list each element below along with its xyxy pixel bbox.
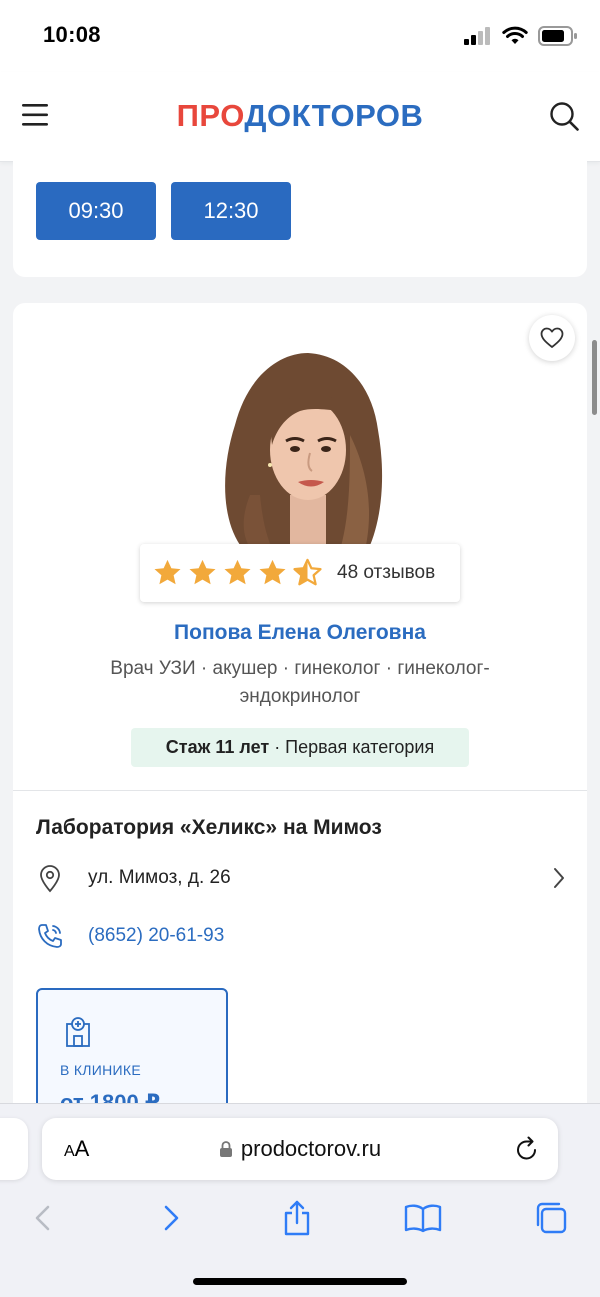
- cellular-signal-icon: [464, 27, 490, 45]
- visit-type-label: В КЛИНИКЕ: [60, 1062, 141, 1078]
- logo-part-doctorov: ДОКТОРОВ: [244, 98, 424, 133]
- clinic-icon: [66, 1017, 90, 1047]
- chevron-left-icon: [35, 1205, 50, 1231]
- chevron-right-icon: [554, 868, 564, 888]
- doctor-specialties: Врач УЗИ · акушер · гинеколог · гинеколо…: [110, 658, 490, 707]
- doctor-card: 48 отзывов Попова Елена Олеговна Врач УЗ…: [13, 303, 587, 1123]
- url-display: prodoctorov.ru: [42, 1136, 558, 1162]
- chevron-right-icon: [164, 1205, 179, 1231]
- url-text: prodoctorov.ru: [240, 1136, 382, 1161]
- star-icon: [224, 559, 251, 585]
- star-icon: [259, 559, 286, 585]
- wifi-icon: [502, 26, 528, 44]
- divider: [13, 790, 587, 791]
- clinic-phone-row[interactable]: (8652) 20-61-93: [36, 921, 336, 951]
- reload-icon[interactable]: [514, 1135, 540, 1163]
- tabs-button[interactable]: [529, 1196, 573, 1240]
- back-button[interactable]: [20, 1196, 64, 1240]
- address-bar[interactable]: AA prodoctorov.ru: [42, 1118, 558, 1180]
- site-logo[interactable]: ПРОДОКТОРОВ: [0, 98, 600, 134]
- doctor-name-link[interactable]: Попова Елена Олеговна: [13, 621, 587, 645]
- experience-category: · Первая категория: [269, 737, 435, 757]
- lock-icon: [219, 1141, 232, 1157]
- schedule-card: 09:30 12:30: [13, 150, 587, 277]
- time-slot-button[interactable]: 12:30: [171, 182, 291, 240]
- browser-toolbar: AA prodoctorov.ru: [0, 1103, 600, 1297]
- experience-badge: Стаж 11 лет · Первая категория: [131, 728, 469, 767]
- location-pin-icon: [40, 865, 60, 893]
- rating-stars: [152, 558, 323, 588]
- tabs-icon: [536, 1202, 567, 1234]
- battery-icon: [538, 26, 577, 46]
- browser-nav-row: [0, 1196, 600, 1240]
- clinic-address: ул. Мимоз, д. 26: [88, 867, 231, 888]
- status-time: 10:08: [43, 22, 101, 47]
- scroll-indicator[interactable]: [592, 340, 597, 415]
- site-header: ПРОДОКТОРОВ: [0, 72, 600, 162]
- phone-icon: [38, 924, 62, 948]
- search-icon[interactable]: [548, 100, 580, 132]
- clinic-name: Лаборатория «Хеликс» на Мимоз: [36, 816, 382, 839]
- clinic-phone: (8652) 20-61-93: [88, 925, 225, 946]
- bookmarks-button[interactable]: [401, 1196, 445, 1240]
- favorite-button[interactable]: [529, 315, 575, 361]
- rating-box: 48 отзывов: [140, 544, 460, 602]
- status-bar: 10:08: [0, 0, 600, 72]
- share-button[interactable]: [275, 1196, 319, 1240]
- heart-icon: [540, 327, 564, 348]
- forward-button[interactable]: [150, 1196, 194, 1240]
- reviews-count-link[interactable]: 48 отзывов: [337, 562, 435, 584]
- experience-years: Стаж 11 лет: [165, 737, 270, 757]
- logo-part-pro: ПРО: [176, 98, 245, 133]
- star-icon: [189, 559, 216, 585]
- clinic-address-row[interactable]: ул. Мимоз, д. 26: [36, 863, 566, 893]
- half-star-icon: [293, 558, 322, 586]
- share-icon: [284, 1200, 310, 1236]
- time-slot-button[interactable]: 09:30: [36, 182, 156, 240]
- status-icons: [464, 24, 578, 48]
- home-indicator[interactable]: [193, 1278, 407, 1285]
- star-icon: [154, 559, 181, 585]
- book-icon: [404, 1204, 442, 1233]
- previous-tab-preview[interactable]: [0, 1118, 28, 1180]
